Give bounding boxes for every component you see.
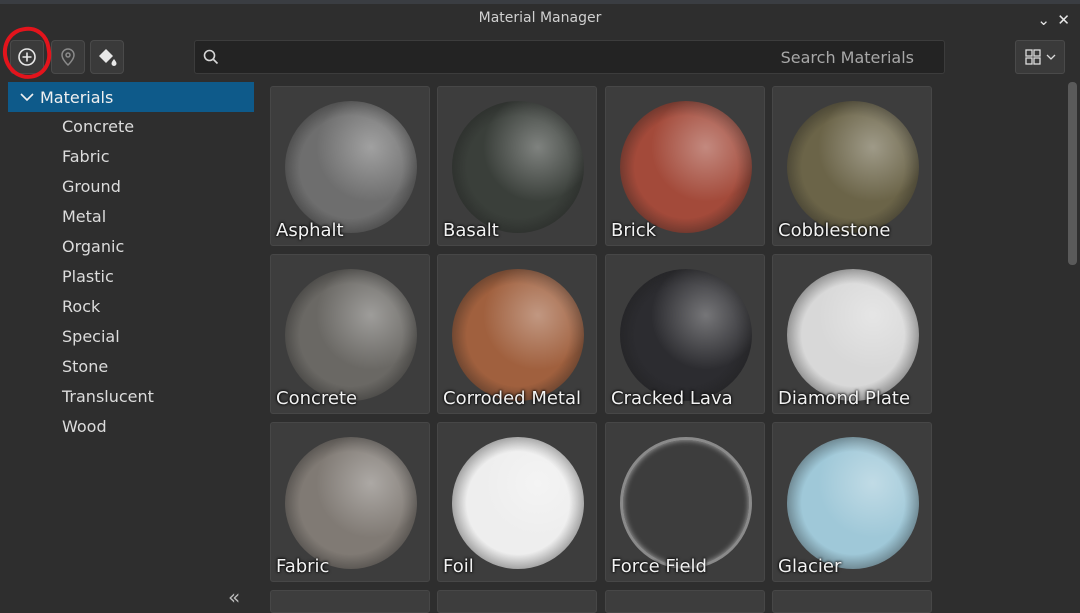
material-tile[interactable]: Asphalt: [270, 86, 430, 246]
grid-view-icon: [1024, 49, 1041, 65]
material-tile[interactable]: Concrete: [270, 254, 430, 414]
sidebar-item-wood[interactable]: Wood: [8, 412, 254, 442]
material-preview-sphere: [452, 437, 584, 569]
material-tile[interactable]: Force Field: [605, 422, 765, 582]
material-tile[interactable]: Cobblestone: [772, 86, 932, 246]
material-preview-sphere: [787, 101, 919, 233]
material-tile[interactable]: Brick: [605, 86, 765, 246]
paint-bucket-button[interactable]: [90, 40, 124, 74]
window-title: Material Manager: [478, 10, 602, 26]
material-name: Diamond Plate: [778, 388, 911, 409]
material-preview-sphere: [620, 269, 752, 401]
material-tile[interactable]: Cracked Lava: [605, 254, 765, 414]
material-tile[interactable]: Glacier: [772, 422, 932, 582]
sidebar-item-metal[interactable]: Metal: [8, 202, 254, 232]
sidebar-item-stone[interactable]: Stone: [8, 352, 254, 382]
material-tile[interactable]: Basalt: [437, 86, 597, 246]
close-icon[interactable]: ✕: [1057, 11, 1070, 29]
material-tile[interactable]: [270, 590, 430, 613]
sidebar-item-ground[interactable]: Ground: [8, 172, 254, 202]
material-preview-sphere: [620, 101, 752, 233]
material-name: Cobblestone: [778, 220, 891, 241]
material-tile[interactable]: Diamond Plate: [772, 254, 932, 414]
material-tile[interactable]: [772, 590, 932, 613]
material-preview-sphere: [620, 437, 752, 569]
material-name: Foil: [443, 556, 474, 577]
material-tile[interactable]: Fabric: [270, 422, 430, 582]
sidebar-item-concrete[interactable]: Concrete: [8, 112, 254, 142]
material-name: Brick: [611, 220, 657, 241]
title-bar: Material Manager ⌄ ✕: [0, 0, 1080, 36]
material-tile[interactable]: Corroded Metal: [437, 254, 597, 414]
material-preview-sphere: [285, 437, 417, 569]
add-circle-icon: [18, 48, 36, 66]
collapse-sidebar-button[interactable]: «: [228, 585, 240, 609]
material-name: Concrete: [276, 388, 358, 409]
sidebar-item-rock[interactable]: Rock: [8, 292, 254, 322]
material-name: Glacier: [778, 556, 842, 577]
search-box[interactable]: [194, 40, 945, 74]
chevron-down-icon[interactable]: [20, 92, 34, 102]
chevron-down-icon: [1046, 54, 1055, 60]
sidebar-item-fabric[interactable]: Fabric: [8, 142, 254, 172]
search-icon: [203, 49, 219, 65]
sidebar-item-special[interactable]: Special: [8, 322, 254, 352]
material-preview-sphere: [787, 437, 919, 569]
pin-button[interactable]: [51, 40, 85, 74]
material-name: Cracked Lava: [611, 388, 733, 409]
sidebar-item-translucent[interactable]: Translucent: [8, 382, 254, 412]
material-preview-sphere: [285, 269, 417, 401]
scrollbar[interactable]: [1068, 82, 1077, 265]
search-input[interactable]: [229, 41, 914, 73]
add-material-button[interactable]: [10, 40, 44, 74]
material-preview-sphere: [452, 101, 584, 233]
chevron-down-icon[interactable]: ⌄: [1037, 11, 1050, 29]
material-tile[interactable]: [605, 590, 765, 613]
material-name: Force Field: [611, 556, 707, 577]
category-sidebar: Materials Concrete Fabric Ground Metal O…: [8, 82, 254, 613]
material-name: Corroded Metal: [443, 388, 582, 409]
tree-root-materials[interactable]: Materials: [8, 82, 254, 112]
sidebar-item-organic[interactable]: Organic: [8, 232, 254, 262]
tree-root-label: Materials: [40, 87, 114, 107]
material-name: Fabric: [276, 556, 330, 577]
material-tile[interactable]: Foil: [437, 422, 597, 582]
material-preview-sphere: [285, 101, 417, 233]
material-preview-sphere: [787, 269, 919, 401]
pin-icon: [61, 48, 75, 67]
view-mode-button[interactable]: [1015, 40, 1065, 74]
material-tile[interactable]: [437, 590, 597, 613]
material-name: Basalt: [443, 220, 499, 241]
sidebar-item-plastic[interactable]: Plastic: [8, 262, 254, 292]
material-name: Asphalt: [276, 220, 344, 241]
paint-bucket-icon: [99, 49, 117, 66]
material-preview-sphere: [452, 269, 584, 401]
